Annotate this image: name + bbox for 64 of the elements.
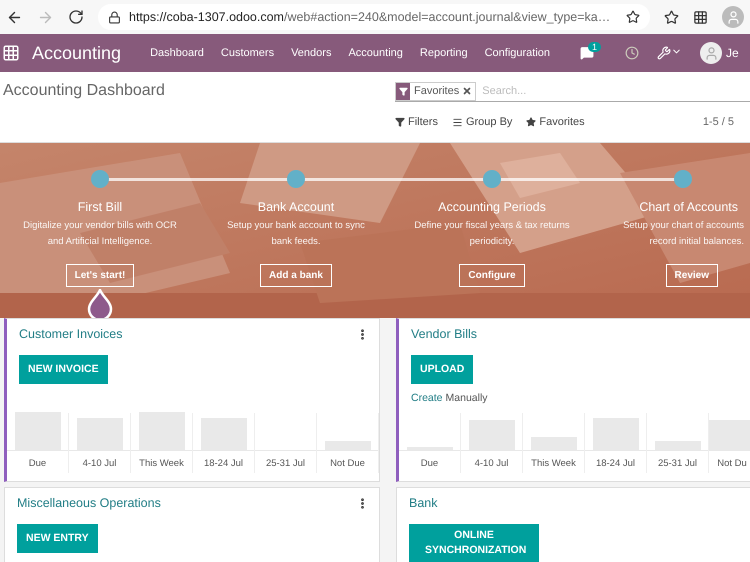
url-text: https://coba-1307.odoo.com/web#action=240&model=account.journal&view_type=ka…: [129, 10, 610, 24]
card-action-button[interactable]: UPLOAD: [411, 355, 474, 384]
step-title: First Bill: [78, 200, 122, 214]
step-button[interactable]: Configure: [459, 264, 525, 287]
message-count: 1: [588, 42, 602, 52]
step-description: Setup your bank account to sync bank feeds.: [227, 219, 365, 249]
chart-label: Due: [420, 458, 440, 469]
step-title: Bank Account: [258, 200, 334, 214]
nav-menu-item[interactable]: Customers: [212, 47, 282, 59]
pager-value[interactable]: 1-5 / 5: [702, 116, 734, 128]
step-button[interactable]: Add a bank: [260, 264, 332, 287]
chart-label: 25-31 Jul: [656, 458, 698, 469]
chat-icon[interactable]: [580, 46, 594, 60]
chart-label: This Week: [138, 458, 185, 469]
group-by-button[interactable]: Group By: [452, 116, 512, 128]
card-title[interactable]: Vendor Bills: [411, 327, 750, 341]
step-button[interactable]: Review: [666, 264, 718, 287]
nav-menu-item[interactable]: Configuration: [476, 47, 558, 59]
user-name[interactable]: Je: [726, 46, 739, 60]
step-description: Define your fiscal years & tax returns periodicity.: [414, 219, 570, 249]
nav-menu-item[interactable]: Dashboard: [141, 47, 212, 59]
user-avatar[interactable]: [700, 42, 722, 64]
clock-icon[interactable]: [625, 46, 640, 60]
step-description: Setup your chart of accounts record initial balances.: [623, 219, 744, 249]
create-link[interactable]: Create: [411, 392, 443, 404]
filter-icon: [396, 82, 410, 100]
card-action-button[interactable]: NEW INVOICE: [19, 355, 108, 384]
step-title: Chart of Accounts: [639, 200, 738, 214]
search-facet[interactable]: Favorites: [395, 82, 476, 100]
card-title[interactable]: Customer Invoices: [19, 327, 379, 341]
filters-button[interactable]: Filters: [395, 116, 438, 128]
list-icon: [452, 116, 463, 128]
chart-label: 4-10 Jul: [82, 458, 118, 469]
chart-label: 18-24 Jul: [594, 458, 636, 469]
chart-label: Not Due: [329, 458, 366, 469]
favorites-button[interactable]: Favorites: [526, 116, 585, 128]
apps-icon[interactable]: [2, 44, 20, 62]
favorites-icon[interactable]: [664, 10, 679, 24]
tools-icon[interactable]: [657, 46, 682, 60]
filter-icon: [395, 117, 405, 127]
step-title: Accounting Periods: [438, 200, 546, 214]
page-title: Accounting Dashboard: [3, 82, 166, 101]
step-description: Digitalize your vendor bills with OCR and Artificial Intelligence.: [23, 219, 177, 249]
chart-label: 18-24 Jul: [202, 458, 244, 469]
nav-menu-item[interactable]: Vendors: [282, 47, 340, 59]
star-icon: [526, 117, 536, 127]
reload-icon[interactable]: [68, 9, 84, 25]
card-action-button[interactable]: ONLINE SYNCHRONIZATION: [409, 524, 539, 562]
chart-label: 25-31 Jul: [264, 458, 306, 469]
chart-label: This Week: [530, 458, 577, 469]
app-brand[interactable]: Accounting: [32, 42, 122, 64]
address-bar[interactable]: https://coba-1307.odoo.com/web#action=240&model=account.journal&view_type=ka…: [98, 4, 650, 30]
card-title[interactable]: Miscellaneous Operations: [17, 496, 379, 510]
nav-menu-item[interactable]: Accounting: [339, 47, 411, 59]
chart-label: Not Du: [716, 458, 748, 469]
chart-label: 4-10 Jul: [474, 458, 510, 469]
chart-label: Due: [28, 458, 48, 469]
create-text: Manually: [446, 392, 488, 404]
card-action-button[interactable]: NEW ENTRY: [17, 524, 98, 553]
nav-menu-item[interactable]: Reporting: [410, 47, 476, 59]
step-button[interactable]: Let's start!: [66, 264, 134, 287]
lock-icon: [108, 10, 121, 24]
star-icon[interactable]: [626, 10, 640, 24]
card-title[interactable]: Bank: [409, 496, 750, 510]
